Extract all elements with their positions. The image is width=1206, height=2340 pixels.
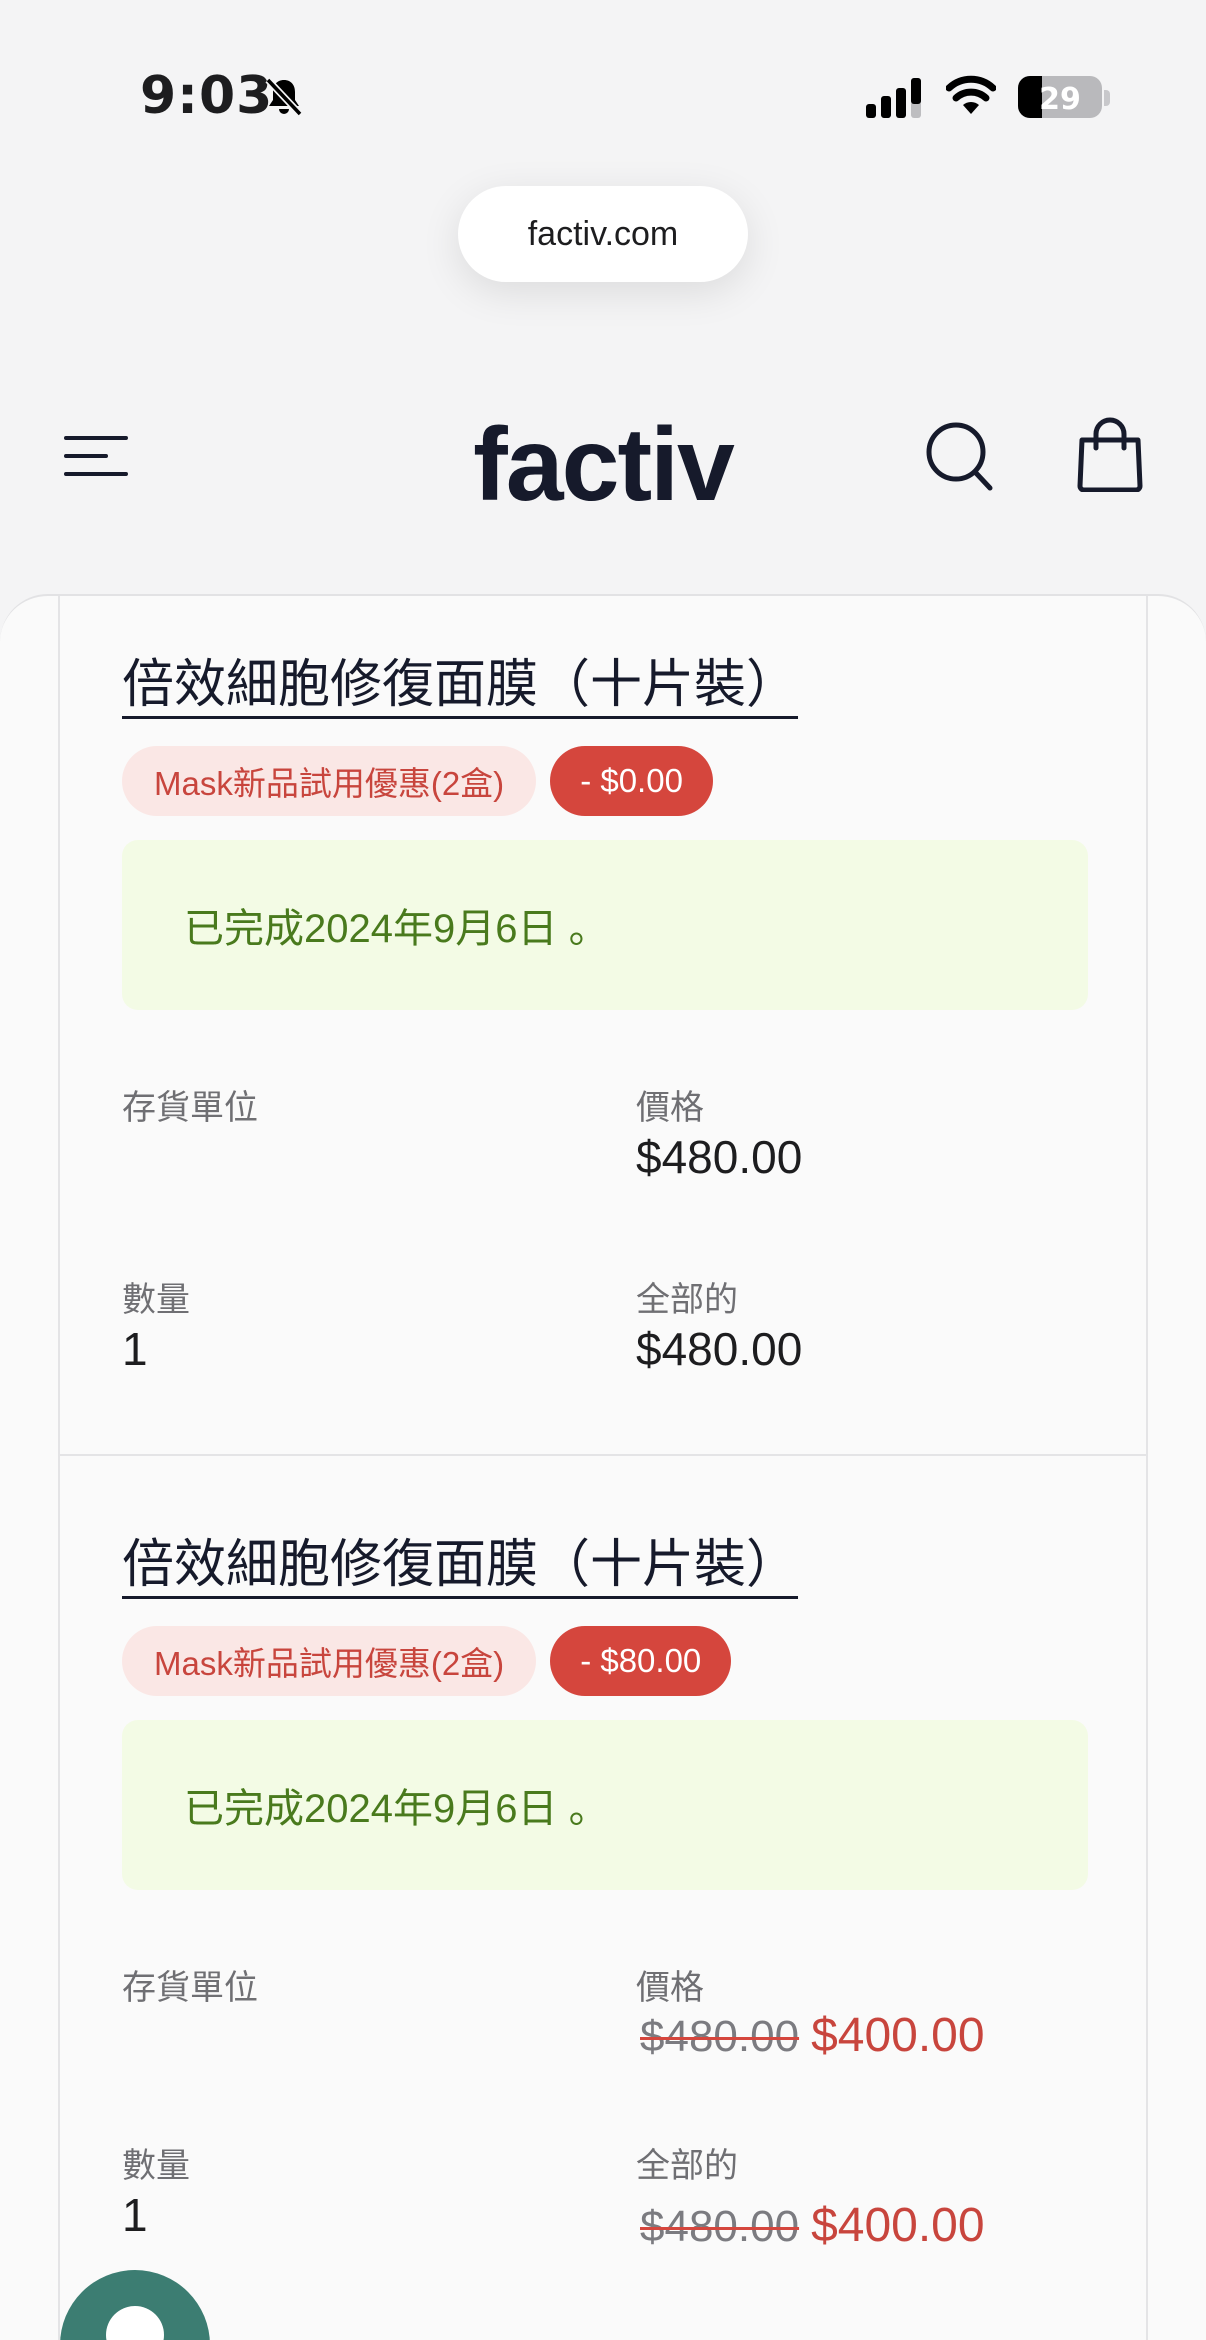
total-label: 全部的 (636, 1281, 738, 1319)
product-title-link[interactable]: 倍效細胞修復面膜（十片裝） (122, 1522, 798, 1597)
total-label: 全部的 (636, 2147, 738, 2185)
battery-icon: 29 (1018, 76, 1102, 118)
sku-label: 存貨單位 (122, 1089, 258, 1127)
search-icon[interactable] (924, 420, 994, 492)
total-value: $480.00 (636, 1323, 803, 1375)
original-total: $480.00 (640, 2202, 800, 2251)
price-label: 價格 (636, 1969, 704, 2007)
fulfillment-status: 已完成2024年9月6日 。 (122, 1720, 1088, 1890)
total-value: $480.00 $400.00 (640, 2198, 985, 2253)
bell-slash-icon (265, 77, 303, 117)
quantity-value: 1 (122, 2189, 148, 2241)
original-price: $480.00 (640, 2012, 800, 2061)
discount-badges: Mask新品試用優惠(2盒) - $80.00 (122, 1626, 732, 1696)
url-bar[interactable]: factiv.com (458, 186, 748, 282)
status-bar: 9:03 29 (0, 0, 1206, 170)
status-time: 9:03 (140, 66, 274, 126)
bag-icon[interactable] (1076, 416, 1144, 492)
battery-cap (1104, 90, 1110, 106)
signal-icon (866, 78, 921, 118)
discounted-total: $400.00 (811, 2199, 985, 2252)
quantity-value: 1 (122, 1323, 148, 1375)
battery-level: 29 (1039, 82, 1081, 117)
order-details-sheet: 倍效細胞修復面膜（十片裝） Mask新品試用優惠(2盒) - $0.00 已完成… (0, 594, 1206, 2340)
chat-icon (106, 2306, 164, 2340)
discount-amount-badge: - $0.00 (550, 746, 713, 816)
product-title-link[interactable]: 倍效細胞修復面膜（十片裝） (122, 642, 798, 717)
sku-label: 存貨單位 (122, 1969, 258, 2007)
promo-badge: Mask新品試用優惠(2盒) (122, 746, 537, 816)
order-item-card: 倍效細胞修復面膜（十片裝） Mask新品試用優惠(2盒) - $80.00 已完… (58, 1456, 1148, 2340)
quantity-label: 數量 (122, 2147, 190, 2185)
wifi-icon (946, 75, 996, 114)
discounted-price: $400.00 (811, 2009, 985, 2062)
quantity-label: 數量 (122, 1281, 190, 1319)
price-value: $480.00 (636, 1131, 803, 1183)
promo-badge: Mask新品試用優惠(2盒) (122, 1626, 537, 1696)
site-header: factiv (0, 380, 1206, 540)
site-logo[interactable]: factiv (0, 406, 1206, 525)
order-item-card: 倍效細胞修復面膜（十片裝） Mask新品試用優惠(2盒) - $0.00 已完成… (58, 596, 1148, 1456)
price-label: 價格 (636, 1089, 704, 1127)
discount-amount-badge: - $80.00 (550, 1626, 732, 1696)
price-value: $480.00 $400.00 (640, 2008, 985, 2063)
fulfillment-status: 已完成2024年9月6日 。 (122, 840, 1088, 1010)
discount-badges: Mask新品試用優惠(2盒) - $0.00 (122, 746, 713, 816)
